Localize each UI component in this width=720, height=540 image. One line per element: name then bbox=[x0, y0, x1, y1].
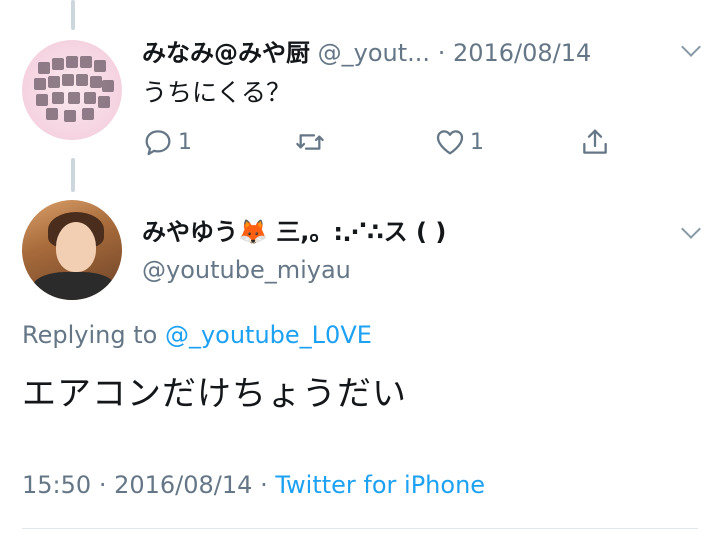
reply-count: 1 bbox=[178, 129, 192, 155]
main-author-name[interactable]: みやゆう🦊 三,。:⋰∴ス ( ) bbox=[142, 214, 446, 250]
tweet-meta: 15:50 · 2016/08/14 · Twitter for iPhone bbox=[22, 468, 485, 502]
parent-tweet-text: うちにくる？ bbox=[142, 78, 292, 107]
thread-line-top bbox=[71, 0, 75, 30]
chevron-down-icon[interactable] bbox=[681, 37, 701, 57]
like-button[interactable]: 1 bbox=[434, 124, 484, 160]
tweet-date: 2016/08/14 bbox=[114, 471, 253, 499]
separator-dot: · bbox=[98, 471, 107, 499]
share-button[interactable] bbox=[579, 124, 611, 160]
parent-author-handle[interactable]: @_yout... bbox=[318, 39, 430, 67]
chevron-down-icon[interactable] bbox=[681, 219, 701, 239]
parent-tweet-date[interactable]: 2016/08/14 bbox=[453, 39, 591, 67]
avatar-collage bbox=[22, 40, 122, 140]
divider bbox=[22, 528, 698, 529]
retweet-button[interactable] bbox=[294, 124, 326, 160]
thread-line-connector bbox=[71, 158, 75, 192]
tweet-thread: みなみ@みや厨 @_yout... · 2016/08/14 うちにくる？ 1 … bbox=[0, 0, 720, 540]
parent-avatar[interactable] bbox=[22, 40, 122, 140]
share-icon bbox=[583, 129, 607, 154]
avatar-face bbox=[56, 222, 96, 272]
like-count: 1 bbox=[470, 129, 484, 155]
like-icon bbox=[436, 130, 464, 155]
main-tweet-text: エアコンだけちょうだい bbox=[22, 374, 407, 414]
reply-button[interactable]: 1 bbox=[142, 124, 192, 160]
replying-prefix: Replying to bbox=[22, 321, 158, 349]
replying-to-link[interactable]: @_youtube_L0VE bbox=[165, 321, 372, 349]
parent-tweet-actions: 1 1 bbox=[142, 124, 622, 160]
separator-dot: · bbox=[437, 39, 446, 67]
main-avatar[interactable] bbox=[22, 200, 122, 300]
parent-tweet-header: みなみ@みや厨 @_yout... · 2016/08/14 bbox=[142, 36, 591, 70]
tweet-time: 15:50 bbox=[22, 471, 92, 499]
reply-icon bbox=[145, 130, 171, 156]
main-author-handle[interactable]: @youtube_miyau bbox=[142, 254, 351, 286]
separator-dot: · bbox=[260, 471, 268, 499]
tweet-source-link[interactable]: Twitter for iPhone bbox=[275, 471, 485, 499]
retweet-icon bbox=[296, 134, 324, 150]
parent-author-name[interactable]: みなみ@みや厨 bbox=[142, 39, 310, 67]
avatar-shirt bbox=[32, 272, 116, 300]
replying-to-line: Replying to @_youtube_L0VE bbox=[22, 318, 372, 352]
